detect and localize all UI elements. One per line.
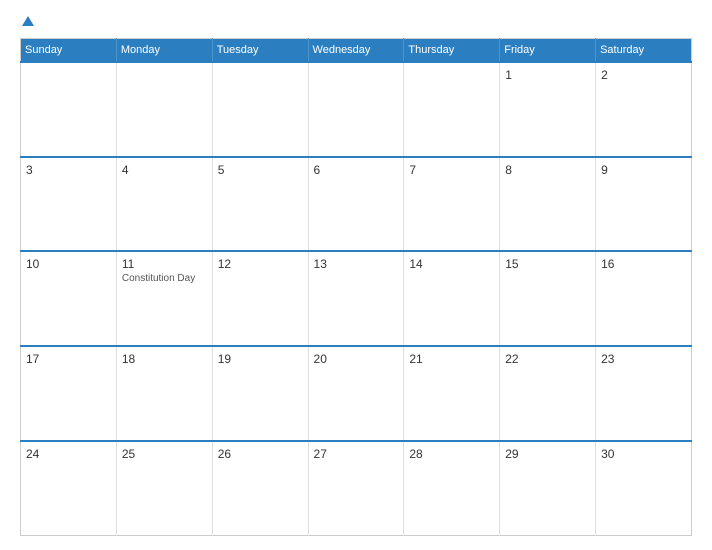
day-number: 23 <box>601 352 686 366</box>
calendar-cell: 28 <box>404 441 500 536</box>
calendar-cell: 6 <box>308 157 404 252</box>
calendar-cell: 14 <box>404 251 500 346</box>
calendar-cell: 16 <box>596 251 692 346</box>
day-number: 29 <box>505 447 590 461</box>
day-number: 11 <box>122 257 207 271</box>
calendar-cell: 25 <box>116 441 212 536</box>
calendar-cell: 5 <box>212 157 308 252</box>
calendar-cell: 24 <box>21 441 117 536</box>
day-number: 2 <box>601 68 686 82</box>
day-number: 30 <box>601 447 686 461</box>
day-number: 1 <box>505 68 590 82</box>
day-number: 10 <box>26 257 111 271</box>
calendar-cell: 26 <box>212 441 308 536</box>
day-number: 18 <box>122 352 207 366</box>
calendar-cell: 30 <box>596 441 692 536</box>
day-number: 4 <box>122 163 207 177</box>
week-row-2: 10 11 Constitution Day 12 13 14 15 16 <box>21 251 692 346</box>
weekday-header-sunday: Sunday <box>21 39 117 63</box>
holiday-label: Constitution Day <box>122 273 207 284</box>
calendar-table: SundayMondayTuesdayWednesdayThursdayFrid… <box>20 38 692 536</box>
week-row-3: 17 18 19 20 21 22 23 <box>21 346 692 441</box>
calendar-cell <box>404 62 500 157</box>
day-number: 12 <box>218 257 303 271</box>
day-number: 5 <box>218 163 303 177</box>
calendar-cell: 17 <box>21 346 117 441</box>
day-number: 8 <box>505 163 590 177</box>
calendar-cell: 3 <box>21 157 117 252</box>
day-number: 6 <box>314 163 399 177</box>
calendar-cell: 8 <box>500 157 596 252</box>
calendar-cell: 19 <box>212 346 308 441</box>
calendar-cell <box>308 62 404 157</box>
day-number: 3 <box>26 163 111 177</box>
day-number: 26 <box>218 447 303 461</box>
logo <box>20 18 34 28</box>
calendar-cell: 20 <box>308 346 404 441</box>
page: SundayMondayTuesdayWednesdayThursdayFrid… <box>0 0 712 550</box>
day-number: 20 <box>314 352 399 366</box>
calendar-cell: 10 <box>21 251 117 346</box>
calendar-cell: 23 <box>596 346 692 441</box>
day-number: 27 <box>314 447 399 461</box>
weekday-header-wednesday: Wednesday <box>308 39 404 63</box>
calendar-cell: 11 Constitution Day <box>116 251 212 346</box>
calendar-cell <box>116 62 212 157</box>
day-number: 7 <box>409 163 494 177</box>
day-number: 16 <box>601 257 686 271</box>
weekday-header-monday: Monday <box>116 39 212 63</box>
logo-triangle-icon <box>22 16 34 26</box>
day-number: 22 <box>505 352 590 366</box>
day-number: 21 <box>409 352 494 366</box>
day-number: 19 <box>218 352 303 366</box>
calendar-cell: 29 <box>500 441 596 536</box>
calendar-cell: 27 <box>308 441 404 536</box>
calendar-cell: 2 <box>596 62 692 157</box>
calendar-cell: 21 <box>404 346 500 441</box>
day-number: 13 <box>314 257 399 271</box>
day-number: 15 <box>505 257 590 271</box>
calendar-cell: 9 <box>596 157 692 252</box>
day-number: 25 <box>122 447 207 461</box>
weekday-header-saturday: Saturday <box>596 39 692 63</box>
day-number: 9 <box>601 163 686 177</box>
calendar-cell <box>212 62 308 157</box>
header <box>20 18 692 28</box>
calendar-cell: 12 <box>212 251 308 346</box>
week-row-1: 3456789 <box>21 157 692 252</box>
weekday-header-tuesday: Tuesday <box>212 39 308 63</box>
week-row-0: 12 <box>21 62 692 157</box>
calendar-cell: 15 <box>500 251 596 346</box>
calendar-cell: 4 <box>116 157 212 252</box>
calendar-cell: 13 <box>308 251 404 346</box>
day-number: 14 <box>409 257 494 271</box>
calendar-cell: 1 <box>500 62 596 157</box>
weekday-header-friday: Friday <box>500 39 596 63</box>
weekday-header-thursday: Thursday <box>404 39 500 63</box>
calendar-cell: 18 <box>116 346 212 441</box>
calendar-cell <box>21 62 117 157</box>
calendar-cell: 22 <box>500 346 596 441</box>
calendar-cell: 7 <box>404 157 500 252</box>
day-number: 24 <box>26 447 111 461</box>
day-number: 17 <box>26 352 111 366</box>
week-row-4: 24 25 26 27 28 29 30 <box>21 441 692 536</box>
weekday-header-row: SundayMondayTuesdayWednesdayThursdayFrid… <box>21 39 692 63</box>
day-number: 28 <box>409 447 494 461</box>
